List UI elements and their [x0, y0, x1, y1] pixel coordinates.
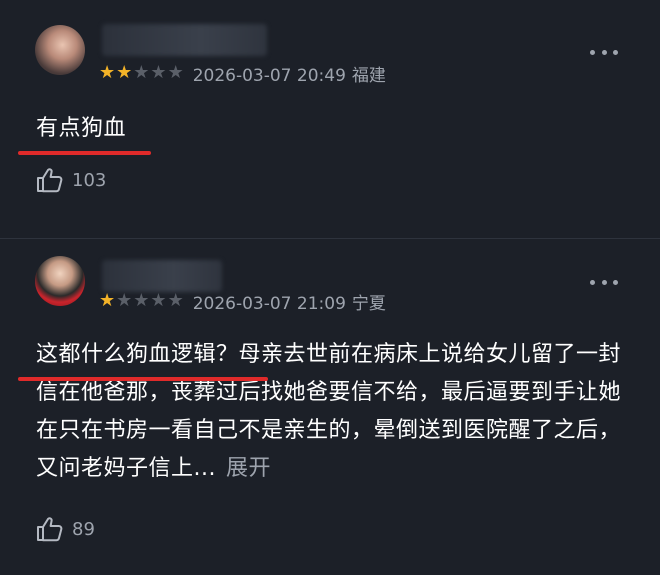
- review-text: 有点狗血: [36, 116, 127, 141]
- review-date: 2026-03-07 21:09: [192, 293, 346, 314]
- star-rating: ★ ★ ★ ★ ★: [99, 63, 184, 83]
- star-icon: ★: [133, 290, 150, 311]
- more-options-icon[interactable]: [590, 277, 618, 287]
- star-icon: ★: [99, 290, 116, 311]
- review-card: ★ ★ ★ ★ ★ 2026-03-07 21:09 宁夏 这都什么狗血逻辑？母亲…: [0, 238, 660, 575]
- review-location: 福建: [351, 65, 386, 86]
- review-meta: ★ ★ ★ ★ ★ 2026-03-07 20:49 福建: [99, 61, 386, 86]
- avatar[interactable]: [35, 256, 85, 306]
- star-rating: ★ ★ ★ ★ ★: [99, 291, 184, 311]
- expand-link[interactable]: 展开: [226, 456, 271, 481]
- star-icon: ★: [167, 62, 184, 83]
- avatar[interactable]: [35, 25, 85, 75]
- thumbs-up-icon: [37, 517, 63, 542]
- like-count: 89: [72, 518, 95, 540]
- star-icon: ★: [150, 62, 167, 83]
- highlight-underline: [18, 151, 151, 155]
- review-content: 有点狗血: [36, 110, 626, 148]
- review-meta-text: 2026-03-07 21:09 宁夏: [193, 289, 386, 314]
- username-blurred[interactable]: [102, 24, 267, 56]
- review-location: 宁夏: [351, 293, 386, 314]
- review-meta: ★ ★ ★ ★ ★ 2026-03-07 21:09 宁夏: [99, 289, 386, 314]
- star-icon: ★: [116, 62, 133, 83]
- like-count: 103: [72, 169, 107, 191]
- review-card: ★ ★ ★ ★ ★ 2026-03-07 20:49 福建 有点狗血 103: [0, 0, 660, 238]
- review-content: 这都什么狗血逻辑？母亲去世前在病床上说给女儿留了一封信在他爸那，丧葬过后找她爸要…: [36, 336, 626, 488]
- star-icon: ★: [167, 290, 184, 311]
- review-meta-text: 2026-03-07 20:49 福建: [193, 61, 386, 86]
- username-blurred[interactable]: [102, 260, 222, 292]
- review-text: 这都什么狗血逻辑？母亲去世前在病床上说给女儿留了一封信在他爸那，丧葬过后找她爸要…: [36, 342, 622, 481]
- thumbs-up-icon: [37, 168, 63, 193]
- more-options-icon[interactable]: [590, 47, 618, 57]
- like-button[interactable]: 89: [36, 516, 95, 542]
- highlight-underline: [18, 377, 268, 381]
- star-icon: ★: [150, 290, 167, 311]
- star-icon: ★: [116, 290, 133, 311]
- star-icon: ★: [99, 62, 116, 83]
- review-date: 2026-03-07 20:49: [192, 65, 346, 86]
- star-icon: ★: [133, 62, 150, 83]
- like-button[interactable]: 103: [36, 167, 106, 193]
